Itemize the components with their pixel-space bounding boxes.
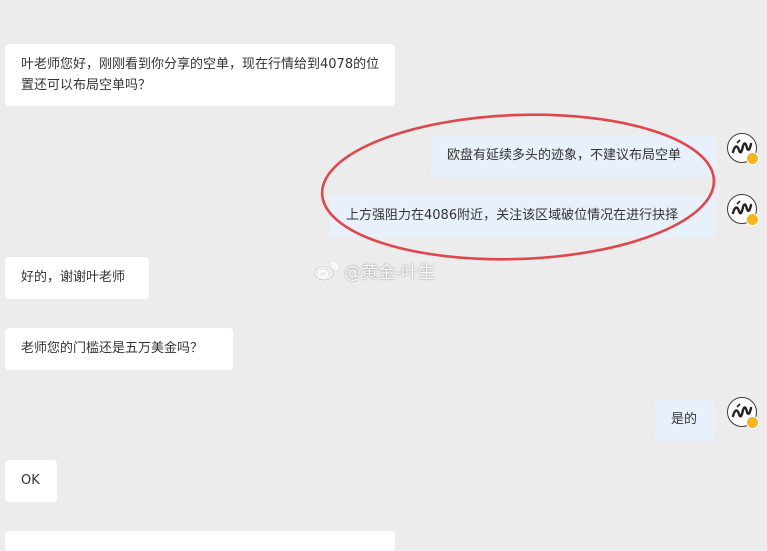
verified-badge-icon bbox=[746, 213, 759, 226]
message-bubble-incoming[interactable]: OK bbox=[5, 460, 57, 502]
message-bubble-outgoing[interactable]: 欧盘有延续多头的迹象，不建议布局空单 bbox=[431, 135, 716, 177]
message-bubble-incoming-partial[interactable] bbox=[5, 531, 395, 551]
message-bubble-incoming[interactable]: 老师您的门槛还是五万美金吗？ bbox=[5, 328, 233, 370]
message-bubble-outgoing[interactable]: 是的 bbox=[655, 399, 715, 441]
message-bubble-incoming[interactable]: 好的，谢谢叶老师 bbox=[5, 257, 149, 299]
chat-window: 叶老师您好，刚刚看到你分享的空单，现在行情给到4078的位置还可以布局空单吗？ … bbox=[0, 0, 767, 551]
teacher-avatar-icon[interactable] bbox=[727, 133, 759, 165]
weibo-icon bbox=[312, 260, 340, 282]
watermark-text: @黄金-叶生 bbox=[344, 263, 436, 283]
verified-badge-icon bbox=[746, 152, 759, 165]
message-bubble-incoming[interactable]: 叶老师您好，刚刚看到你分享的空单，现在行情给到4078的位置还可以布局空单吗？ bbox=[5, 44, 395, 106]
teacher-avatar-icon[interactable] bbox=[727, 397, 759, 429]
message-bubble-outgoing[interactable]: 上方强阻力在4086附近，关注该区域破位情况在进行抉择 bbox=[330, 195, 716, 237]
verified-badge-icon bbox=[746, 416, 759, 429]
weibo-watermark: @黄金-叶生 bbox=[312, 258, 435, 283]
teacher-avatar-icon[interactable] bbox=[727, 194, 759, 226]
